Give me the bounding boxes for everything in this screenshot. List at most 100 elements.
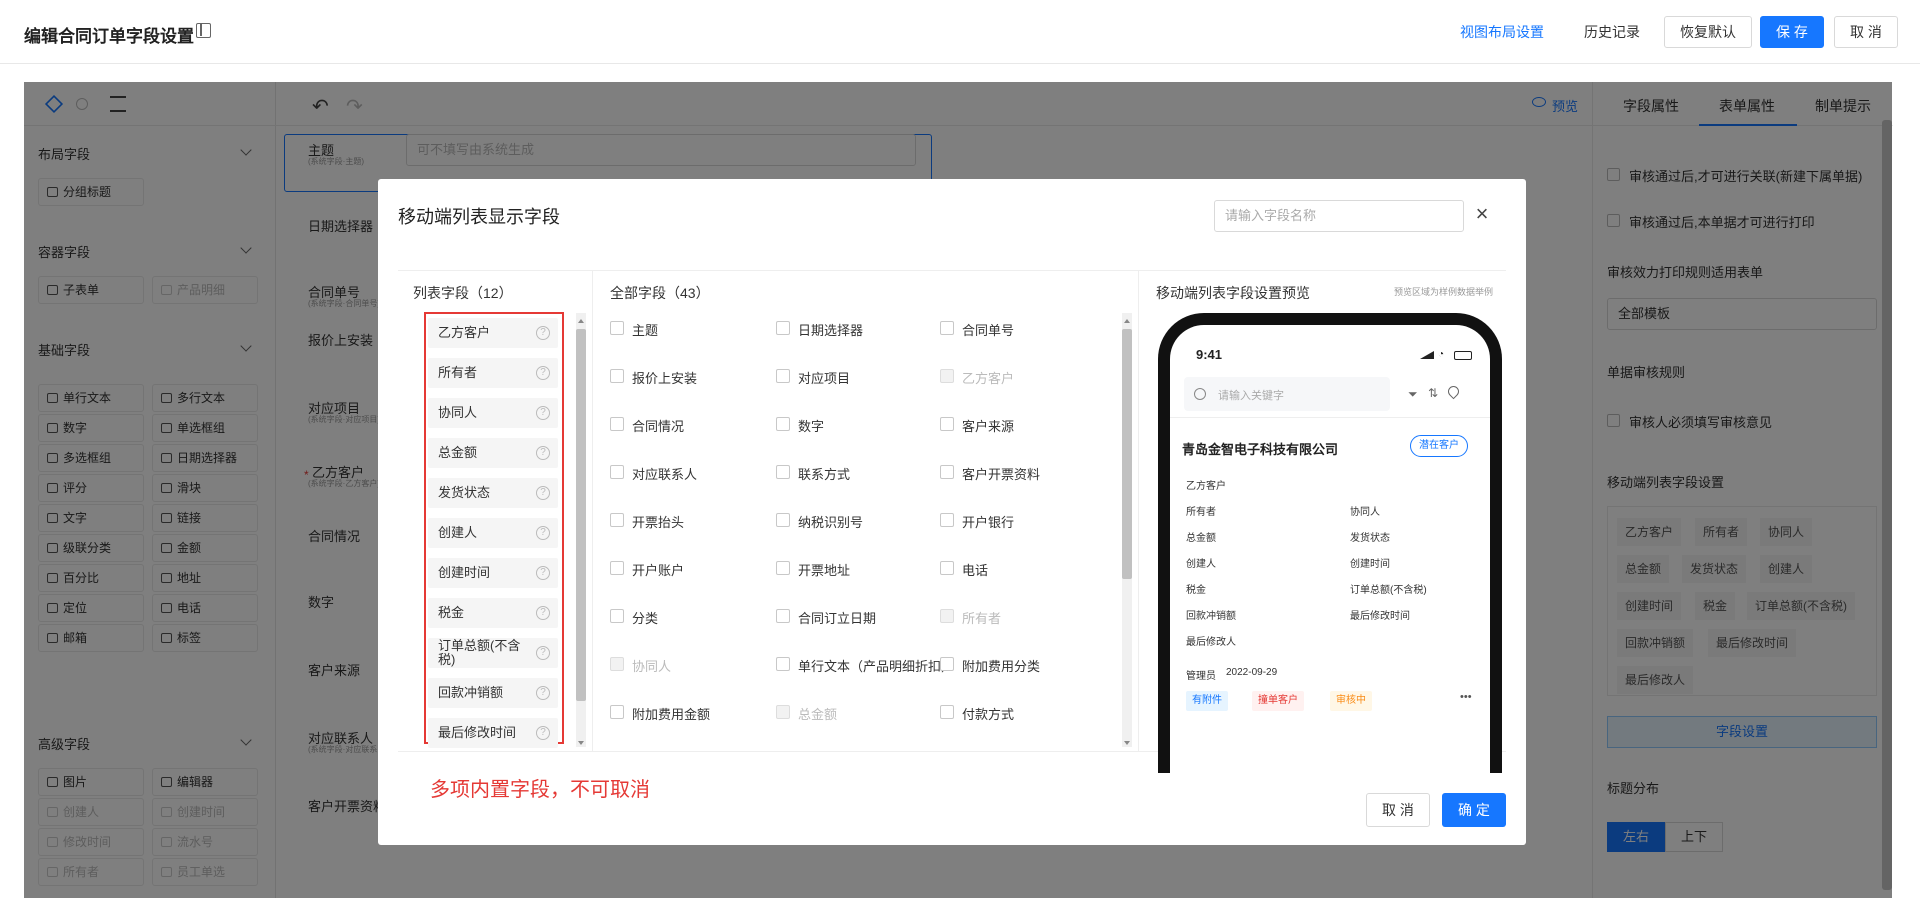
list-field-label: 总金额 xyxy=(438,445,478,460)
annotation-note: 多项内置字段，不可取消 xyxy=(430,777,650,801)
dialog-cancel-button[interactable]: 取 消 xyxy=(1366,793,1430,827)
help-icon[interactable]: ? xyxy=(536,726,550,740)
phone-field-left: 回款冲销额 xyxy=(1186,611,1236,622)
phone-field-right: 协同人 xyxy=(1350,507,1380,518)
restore-default-button[interactable]: 恢复默认 xyxy=(1664,16,1752,48)
list-field-item[interactable]: 订单总额(不含税)? xyxy=(428,638,558,668)
phone-field-left: 最后修改人 xyxy=(1186,637,1236,648)
field-option-label: 合同单号 xyxy=(962,323,1015,338)
view-layout-link[interactable]: 视图布局设置 xyxy=(1460,22,1544,42)
field-checkbox[interactable] xyxy=(776,561,790,575)
field-option-label: 单行文本（产品明细折扣） xyxy=(798,659,955,674)
list-field-label: 创建时间 xyxy=(438,565,491,580)
list-field-label: 回款冲销额 xyxy=(438,685,504,700)
more-icon: ••• xyxy=(1460,691,1472,703)
field-option-label: 联系方式 xyxy=(798,467,851,482)
badge-duplicate: 撞单客户 xyxy=(1252,691,1304,711)
field-checkbox[interactable] xyxy=(940,513,954,527)
list-field-item[interactable]: 所有者? xyxy=(428,358,558,388)
field-option-label: 乙方客户 xyxy=(962,371,1015,386)
field-option-label: 电话 xyxy=(962,563,989,578)
field-checkbox[interactable] xyxy=(610,561,624,575)
list-field-item[interactable]: 创建人? xyxy=(428,518,558,548)
divider xyxy=(1170,417,1490,418)
phone-field-left: 税金 xyxy=(1186,585,1206,596)
phone-customer-tag: 潜在客户 xyxy=(1410,435,1468,457)
field-checkbox[interactable] xyxy=(940,321,954,335)
mobile-list-fields-dialog: 移动端列表显示字段 请输入字段名称 × 列表字段（12） 全部字段（43） 移动… xyxy=(378,179,1526,845)
help-icon[interactable]: ? xyxy=(536,366,550,380)
field-checkbox[interactable] xyxy=(610,465,624,479)
scroll-up-icon[interactable] xyxy=(578,319,584,323)
wifi-icon: ◔ xyxy=(1438,349,1445,360)
list-scrollbar-thumb[interactable] xyxy=(576,329,586,701)
field-search-input[interactable]: 请输入字段名称 xyxy=(1214,200,1464,232)
field-checkbox[interactable] xyxy=(940,561,954,575)
badge-reviewing: 审核中 xyxy=(1330,691,1372,711)
phone-field-left: 创建人 xyxy=(1186,559,1216,570)
list-field-label: 乙方客户 xyxy=(438,325,491,340)
field-checkbox xyxy=(776,705,790,719)
list-field-item[interactable]: 最后修改时间? xyxy=(428,718,558,748)
field-checkbox[interactable] xyxy=(940,705,954,719)
help-icon[interactable]: ? xyxy=(536,446,550,460)
phone-search-placeholder: 请输入关键字 xyxy=(1218,390,1284,402)
field-checkbox[interactable] xyxy=(610,417,624,431)
field-checkbox[interactable] xyxy=(940,465,954,479)
layout-icon[interactable] xyxy=(196,23,211,38)
help-icon[interactable]: ? xyxy=(536,566,550,580)
help-icon[interactable]: ? xyxy=(536,486,550,500)
list-fields-header: 列表字段（12） xyxy=(413,285,513,301)
field-checkbox[interactable] xyxy=(940,657,954,671)
dialog-confirm-button[interactable]: 确 定 xyxy=(1442,793,1506,827)
scroll-up-icon[interactable] xyxy=(1124,319,1130,323)
help-icon[interactable]: ? xyxy=(536,646,550,660)
field-checkbox[interactable] xyxy=(610,513,624,527)
field-option-label: 开户银行 xyxy=(962,515,1015,530)
list-field-item[interactable]: 乙方客户? xyxy=(428,318,558,348)
list-field-item[interactable]: 发货状态? xyxy=(428,478,558,508)
list-field-item[interactable]: 税金? xyxy=(428,598,558,628)
help-icon[interactable]: ? xyxy=(536,406,550,420)
field-option-label: 协同人 xyxy=(632,659,672,674)
list-field-item[interactable]: 协同人? xyxy=(428,398,558,428)
field-option-label: 对应项目 xyxy=(798,371,851,386)
list-field-item[interactable]: 总金额? xyxy=(428,438,558,468)
field-checkbox[interactable] xyxy=(610,609,624,623)
scroll-down-icon[interactable] xyxy=(1124,741,1130,745)
field-checkbox[interactable] xyxy=(776,609,790,623)
field-checkbox[interactable] xyxy=(940,417,954,431)
field-checkbox[interactable] xyxy=(776,321,790,335)
phone-field-right: 最后修改时间 xyxy=(1350,611,1410,622)
help-icon[interactable]: ? xyxy=(536,606,550,620)
field-checkbox[interactable] xyxy=(776,657,790,671)
help-icon[interactable]: ? xyxy=(536,326,550,340)
phone-time: 9:41 xyxy=(1196,347,1223,362)
field-checkbox[interactable] xyxy=(776,369,790,383)
phone-search-bar xyxy=(1184,377,1390,411)
scroll-down-icon[interactable] xyxy=(578,741,584,745)
list-field-label: 发货状态 xyxy=(438,485,491,500)
column-divider xyxy=(1138,271,1139,751)
history-link[interactable]: 历史记录 xyxy=(1584,22,1640,42)
phone-field-right: 发货状态 xyxy=(1350,533,1390,544)
field-checkbox[interactable] xyxy=(776,417,790,431)
help-icon[interactable]: ? xyxy=(536,526,550,540)
field-checkbox[interactable] xyxy=(776,465,790,479)
help-icon[interactable]: ? xyxy=(536,686,550,700)
field-checkbox[interactable] xyxy=(776,513,790,527)
list-field-label: 创建人 xyxy=(438,525,478,540)
list-field-item[interactable]: 回款冲销额? xyxy=(428,678,558,708)
save-button[interactable]: 保 存 xyxy=(1760,16,1824,48)
field-option-label: 付款方式 xyxy=(962,707,1015,722)
all-fields-scrollbar-thumb[interactable] xyxy=(1122,329,1132,579)
field-checkbox[interactable] xyxy=(610,321,624,335)
cancel-button[interactable]: 取 消 xyxy=(1834,16,1898,48)
field-option-label: 所有者 xyxy=(962,611,1002,626)
list-field-item[interactable]: 创建时间? xyxy=(428,558,558,588)
top-bar: 编辑合同订单字段设置 视图布局设置 历史记录 恢复默认 保 存 取 消 xyxy=(0,0,1920,64)
close-icon[interactable]: × xyxy=(1470,203,1494,227)
field-checkbox[interactable] xyxy=(610,705,624,719)
phone-field-left: 总金额 xyxy=(1186,533,1216,544)
field-checkbox[interactable] xyxy=(610,369,624,383)
